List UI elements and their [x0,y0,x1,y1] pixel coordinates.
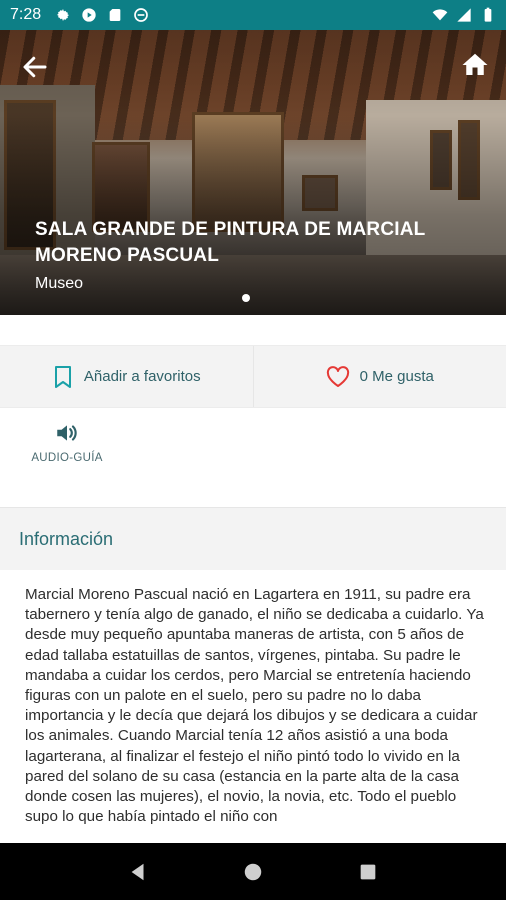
bookmark-icon [54,365,71,388]
wifi-icon [432,9,448,21]
status-left-icons [55,7,149,23]
status-bar: 7:28 [0,0,506,30]
like-count-label: 0 Me gusta [359,368,434,385]
info-description-text: Marcial Moreno Pascual nació en Lagarter… [25,586,484,826]
back-arrow-icon[interactable] [20,52,50,82]
speaker-icon [57,425,77,441]
page-subtitle: Museo [35,275,84,292]
nav-recents-icon[interactable] [357,861,379,883]
info-description: Marcial Moreno Pascual nació en Lagarter… [25,585,485,843]
action-bar: Añadir a favoritos 0 Me gusta [0,345,506,408]
nav-home-icon[interactable] [242,861,264,883]
add-to-favorites-label: Añadir a favoritos [83,368,201,385]
no-disturb-icon [134,8,148,22]
status-time: 7:28 [10,6,42,23]
play-store-icon [82,8,96,22]
add-to-favorites-button[interactable]: Añadir a favoritos [0,346,253,407]
info-section-header: Información [0,507,506,570]
heart-icon [326,365,349,387]
status-right-icons [432,7,496,23]
like-button[interactable]: 0 Me gusta [252,346,506,407]
sd-card-icon [109,9,121,21]
android-nav-bar [0,843,506,900]
info-section-title: Información [19,528,114,549]
carousel-indicator-dot[interactable] [242,294,250,302]
home-icon[interactable] [460,50,490,80]
audio-guide-label: AUDIO-GUÍA [31,452,103,464]
nav-back-icon[interactable] [127,861,149,883]
gear-icon [57,9,70,21]
hero-image: SALA GRANDE DE PINTURA DE MARCIAL MORENO… [0,30,506,315]
audio-guide-button[interactable]: AUDIO-GUÍA [22,420,112,480]
signal-icon [457,8,471,22]
hero-gradient-overlay [0,30,506,315]
battery-icon [484,7,492,22]
page-title: SALA GRANDE DE PINTURA DE MARCIAL MORENO… [35,219,426,266]
